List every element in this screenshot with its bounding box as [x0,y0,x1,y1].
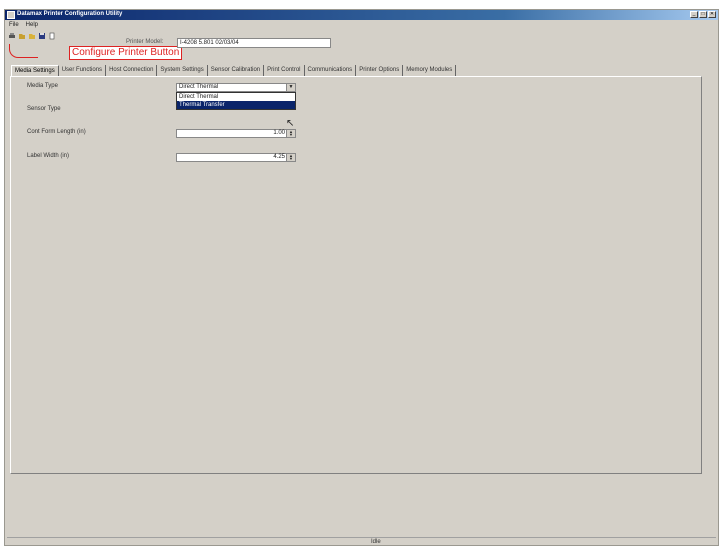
tab-host-connection[interactable]: Host Connection [106,65,158,76]
app-window: Datamax Printer Configuration Utility _ … [4,9,719,546]
title-bar: Datamax Printer Configuration Utility _ … [5,10,718,20]
label-width-spinner[interactable]: 4.25 ▲ ▼ [176,153,296,162]
close-button[interactable]: ✕ [708,11,716,18]
printer-model-field: I-4208 5.801 02/03/04 [177,38,331,48]
tab-memory-modules[interactable]: Memory Modules [403,65,457,76]
menu-bar: File Help [9,22,38,28]
tab-system-settings[interactable]: System Settings [157,65,208,76]
callout-pointer [9,44,38,58]
document-icon[interactable] [48,32,56,40]
chevron-down-icon[interactable]: ▼ [286,84,295,91]
app-icon [7,11,15,19]
configure-printer-callout: Configure Printer Button [69,46,183,60]
toolbar [8,32,56,40]
tab-user-functions[interactable]: User Functions [59,65,107,76]
tab-print-control[interactable]: Print Control [264,65,305,76]
media-type-dropdown: Direct Thermal Thermal Transfer [176,92,296,110]
minimize-button[interactable]: _ [690,11,698,18]
window-title: Datamax Printer Configuration Utility [17,11,123,17]
media-type-label: Media Type [27,83,58,89]
option-direct-thermal[interactable]: Direct Thermal [177,93,295,101]
cont-form-length-label: Cont Form Length (in) [27,129,86,135]
printer-config-icon[interactable] [8,32,16,40]
spinner-arrows-icon[interactable]: ▲ ▼ [286,154,295,161]
tab-communications[interactable]: Communications [305,65,357,76]
open-folder-icon[interactable] [18,32,26,40]
status-bar: Idle [7,537,716,545]
sensor-type-label: Sensor Type [27,106,61,112]
spinner-arrows-icon[interactable]: ▲ ▼ [286,130,295,137]
save-icon[interactable] [38,32,46,40]
maximize-button[interactable]: □ [699,11,707,18]
folder-icon[interactable] [28,32,36,40]
tab-sensor-calibration[interactable]: Sensor Calibration [208,65,265,76]
option-thermal-transfer[interactable]: Thermal Transfer [177,101,295,109]
window-controls: _ □ ✕ [690,11,716,18]
media-type-value: Direct Thermal [179,84,219,90]
label-width-label: Label Width (in) [27,153,70,159]
tab-strip: Media Settings User Functions Host Conne… [11,65,457,77]
label-width-value: 4.25 [273,154,285,160]
media-type-select[interactable]: Direct Thermal ▼ [176,83,296,92]
cont-form-length-spinner[interactable]: 1.00 ▲ ▼ [176,129,296,138]
status-text: Idle [371,539,381,545]
tab-printer-options[interactable]: Printer Options [356,65,404,76]
media-settings-panel [10,76,702,474]
menu-file[interactable]: File [9,22,19,28]
cont-form-length-value: 1.00 [273,130,285,136]
menu-help[interactable]: Help [26,22,38,28]
printer-model-label: Printer Model: [126,39,164,45]
mouse-cursor-icon: ↖ [286,118,295,129]
